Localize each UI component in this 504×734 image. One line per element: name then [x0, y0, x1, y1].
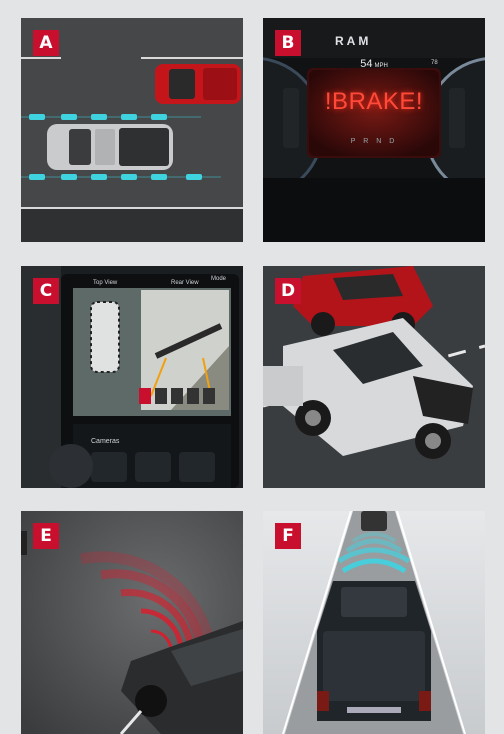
panel-label-f: F — [275, 523, 301, 549]
mode-label: Mode — [211, 276, 227, 282]
panel-b: RAM 54 MPH 78 !BRAKE! P R N D B — [263, 18, 485, 242]
panel-label-a: A — [33, 30, 59, 56]
panel-label-e: E — [33, 523, 59, 549]
dark-truck-rear — [317, 581, 431, 721]
panel-e: E — [21, 511, 243, 734]
red-truck — [293, 266, 433, 336]
panel-d: D — [263, 266, 485, 488]
silver-truck — [47, 124, 173, 170]
panel-c: Top View Rear View Mode Cameras C — [21, 266, 243, 488]
brake-warning: !BRAKE! — [324, 88, 424, 115]
top-view-label: Top View — [93, 280, 118, 286]
panel-label-b: B — [275, 30, 301, 56]
speed-value: 54 — [360, 58, 373, 70]
panel-label-d: D — [275, 278, 301, 304]
panel-a: A — [21, 18, 243, 242]
gear-indicator: P R N D — [350, 138, 398, 145]
speed-unit: MPH — [374, 63, 388, 69]
panel-label-c: C — [33, 278, 59, 304]
temperature-readout: 78 — [431, 60, 438, 66]
cameras-heading: Cameras — [91, 438, 120, 445]
ram-logo: RAM — [335, 34, 372, 48]
speed-readout: 54 MPH — [343, 58, 405, 70]
panel-f: F — [263, 511, 485, 734]
rear-view-label: Rear View — [171, 280, 199, 286]
red-truck — [155, 64, 241, 104]
